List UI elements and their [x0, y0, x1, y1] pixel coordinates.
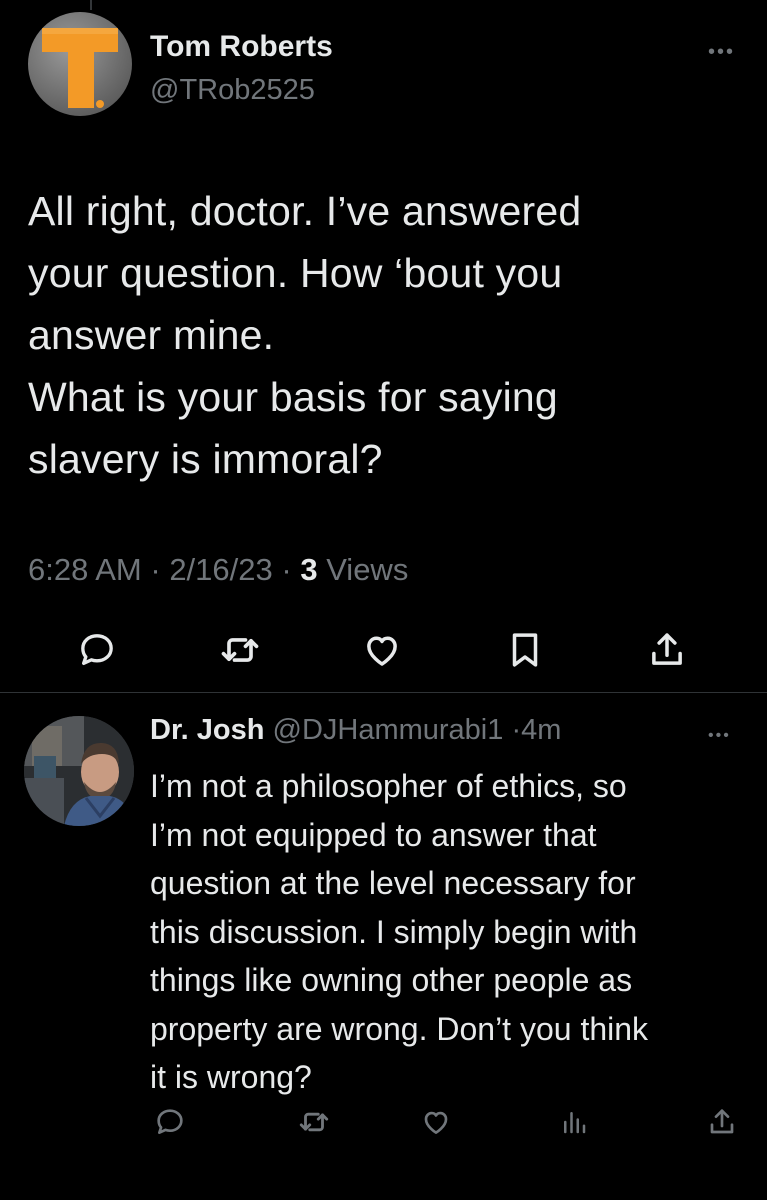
tweet-action-bar [0, 628, 767, 678]
divider [0, 692, 767, 693]
tweet-time[interactable]: 6:28 AM [28, 552, 142, 587]
more-horizontal-icon[interactable]: ••• [708, 42, 735, 62]
profile-photo-icon [24, 716, 134, 826]
author-name[interactable]: Tom Roberts [150, 30, 333, 64]
tweet-meta: 6:28 AM · 2/16/23 · 3 Views [28, 552, 408, 588]
reply-header: Dr. Josh @DJHammurabi1 ·4m [150, 714, 561, 747]
views-label: Views [326, 552, 409, 587]
views-count: 3 [300, 552, 318, 587]
reply-text: I’m not a philosopher of ethics, so I’m … [150, 768, 649, 1095]
author-handle[interactable]: @DJHammurabi1 [273, 714, 504, 746]
tennessee-t-logo-icon [42, 28, 118, 108]
share-icon[interactable] [704, 1104, 740, 1140]
meta-separator: · [511, 714, 522, 746]
retweet-icon[interactable] [296, 1104, 332, 1140]
meta-separator: · [281, 552, 301, 587]
like-icon[interactable] [418, 1104, 454, 1140]
main-tweet-header: Tom Roberts @TRob2525 ••• [28, 12, 748, 124]
share-icon[interactable] [645, 628, 689, 672]
like-icon[interactable] [360, 628, 404, 672]
reply-icon[interactable] [152, 1104, 188, 1140]
retweet-icon[interactable] [218, 628, 262, 672]
avatar[interactable] [24, 716, 134, 826]
analytics-icon[interactable] [556, 1104, 592, 1140]
author-name[interactable]: Dr. Josh [150, 714, 264, 746]
tweet-text: All right, doctor. I’ve answered your qu… [28, 188, 582, 482]
thread-connector-line [90, 0, 92, 10]
meta-separator: · [150, 552, 170, 587]
bookmark-icon[interactable] [503, 628, 547, 672]
reply-icon[interactable] [75, 628, 119, 672]
reply-action-bar [0, 1104, 767, 1148]
more-horizontal-icon[interactable]: ••• [708, 728, 731, 744]
avatar[interactable] [28, 12, 132, 116]
tweet-date[interactable]: 2/16/23 [169, 552, 272, 587]
tweet-time-ago[interactable]: 4m [521, 714, 561, 746]
author-handle[interactable]: @TRob2525 [150, 74, 315, 107]
